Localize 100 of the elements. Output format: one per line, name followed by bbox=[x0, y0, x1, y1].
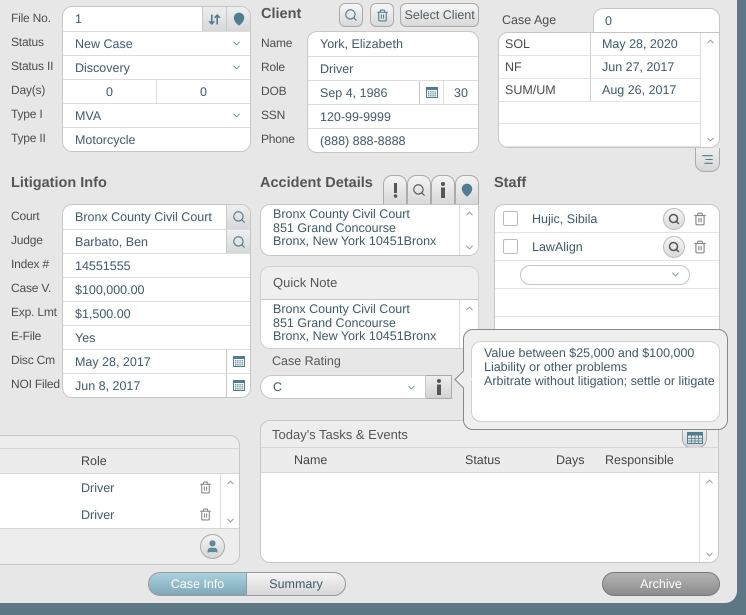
text-field[interactable]: York, Elizabeth bbox=[308, 32, 478, 56]
section-title: Staff bbox=[494, 174, 528, 193]
field-label: Case V. bbox=[11, 280, 52, 297]
field-label: Judge bbox=[11, 232, 44, 249]
text-field[interactable]: 120-99-9999 bbox=[308, 105, 478, 128]
calendar-icon bbox=[232, 356, 244, 367]
scrollbar[interactable] bbox=[459, 205, 478, 255]
field-label: Case Age bbox=[501, 12, 558, 29]
search-button[interactable] bbox=[226, 205, 250, 229]
field-label: Exp. Lmt bbox=[11, 304, 58, 321]
age-field[interactable]: 30 bbox=[443, 81, 478, 104]
section-title: Litigation Info bbox=[11, 174, 108, 193]
search-tab[interactable] bbox=[407, 175, 431, 204]
search-icon bbox=[668, 212, 680, 224]
text-field[interactable]: $1,500.00 bbox=[63, 302, 250, 325]
trash-icon bbox=[376, 8, 389, 22]
column-header: Name bbox=[294, 453, 328, 467]
scrollbar[interactable] bbox=[700, 33, 719, 148]
note-title: Quick Note bbox=[272, 274, 338, 292]
search-button[interactable] bbox=[663, 208, 685, 230]
tab[interactable]: Summary bbox=[247, 572, 346, 596]
trash-icon bbox=[693, 240, 707, 254]
tooltip-line: Liability or other problems bbox=[484, 360, 628, 374]
search-icon bbox=[344, 8, 358, 22]
alert-tab[interactable] bbox=[383, 175, 407, 204]
panel-title: Today's Tasks & Events bbox=[272, 426, 409, 442]
field-label: Name bbox=[261, 35, 294, 52]
delete-button[interactable] bbox=[199, 481, 212, 494]
info-tab[interactable] bbox=[431, 175, 455, 204]
field-label: NOI Filed bbox=[11, 376, 61, 393]
column-header: Role bbox=[81, 454, 107, 468]
table-cell-text: Driver bbox=[81, 480, 116, 494]
grid-icon bbox=[686, 432, 702, 444]
field-label: Disc Cm bbox=[11, 352, 56, 369]
trash-icon bbox=[199, 481, 212, 494]
deadline-label: NF bbox=[504, 58, 523, 76]
dropdown[interactable]: Discovery bbox=[63, 56, 250, 79]
text-field[interactable]: Barbato, Ben bbox=[63, 230, 226, 253]
location-button[interactable] bbox=[226, 7, 250, 31]
search-button[interactable] bbox=[226, 230, 250, 253]
search-icon bbox=[232, 234, 246, 248]
deadline-label: SOL bbox=[504, 36, 532, 53]
date-field[interactable]: May 28, 2017 bbox=[63, 350, 226, 373]
location-tab[interactable] bbox=[455, 175, 479, 204]
text-field[interactable]: $100,000.00 bbox=[63, 278, 250, 301]
field-label: SSN bbox=[261, 107, 286, 124]
up-down-arrows-icon bbox=[208, 12, 221, 26]
table-cell-text: Driver bbox=[81, 508, 116, 522]
date-field[interactable]: Jun 8, 2017 bbox=[63, 374, 226, 397]
field-label: Case Rating bbox=[271, 354, 342, 370]
sort-button[interactable] bbox=[202, 7, 226, 31]
info-icon bbox=[436, 379, 442, 395]
field-label: DOB bbox=[261, 83, 288, 100]
field-label: Type II bbox=[11, 130, 47, 147]
dropdown[interactable]: MVA bbox=[63, 104, 250, 127]
list-button[interactable] bbox=[695, 148, 720, 172]
add-person-button[interactable] bbox=[200, 534, 225, 559]
column-header: Status bbox=[465, 453, 500, 467]
number-field[interactable]: 0 bbox=[156, 80, 250, 103]
field-label: Index # bbox=[11, 256, 50, 273]
search-icon bbox=[668, 240, 680, 252]
text-field[interactable]: Bronx County Civil Court bbox=[63, 205, 226, 229]
date-field[interactable]: Sep 4, 1986 bbox=[308, 81, 419, 104]
text-field[interactable]: (888) 888-8888 bbox=[308, 129, 478, 152]
field-label: Phone bbox=[261, 131, 296, 148]
checkbox[interactable] bbox=[503, 239, 518, 254]
delete-button[interactable] bbox=[199, 508, 212, 521]
checkbox[interactable] bbox=[503, 211, 518, 226]
text-field[interactable]: 14551555 bbox=[63, 254, 250, 277]
trash-icon bbox=[199, 508, 212, 521]
scrollbar[interactable] bbox=[699, 473, 718, 562]
dropdown[interactable]: New Case bbox=[63, 32, 250, 55]
section-title: Accident Details bbox=[260, 174, 373, 193]
delete-button[interactable] bbox=[693, 240, 707, 254]
text-field[interactable]: Driver bbox=[308, 57, 478, 80]
calendar-button[interactable] bbox=[226, 374, 250, 397]
text-field[interactable]: 1 bbox=[63, 7, 202, 31]
dropdown[interactable]: C bbox=[260, 375, 426, 399]
tooltip-line: Value between $25,000 and $100,000 bbox=[484, 346, 696, 360]
field-label: Status II bbox=[11, 58, 54, 75]
staff-name: Hujic, Sibila bbox=[532, 212, 598, 226]
map-pin-icon bbox=[460, 183, 474, 197]
text-field[interactable]: Motorcycle bbox=[63, 128, 250, 151]
deadline-label: SUM/UM bbox=[504, 82, 557, 99]
map-pin-icon bbox=[232, 12, 246, 26]
field-label: E-File bbox=[11, 328, 42, 345]
search-button[interactable] bbox=[339, 3, 364, 27]
column-header: Responsible bbox=[605, 453, 674, 467]
delete-button[interactable] bbox=[693, 212, 707, 226]
delete-button[interactable] bbox=[370, 3, 394, 27]
text-field[interactable]: Yes bbox=[63, 326, 250, 349]
search-icon bbox=[232, 210, 246, 224]
search-button[interactable] bbox=[663, 236, 685, 258]
number-field[interactable]: 0 bbox=[63, 80, 156, 103]
select-client-button[interactable]: Select Client bbox=[400, 3, 479, 27]
section-title: Client bbox=[261, 5, 302, 24]
info-button[interactable] bbox=[426, 375, 452, 399]
calendar-icon bbox=[232, 380, 244, 391]
number-field[interactable]: 0 bbox=[593, 8, 720, 32]
trash-icon bbox=[693, 212, 707, 226]
